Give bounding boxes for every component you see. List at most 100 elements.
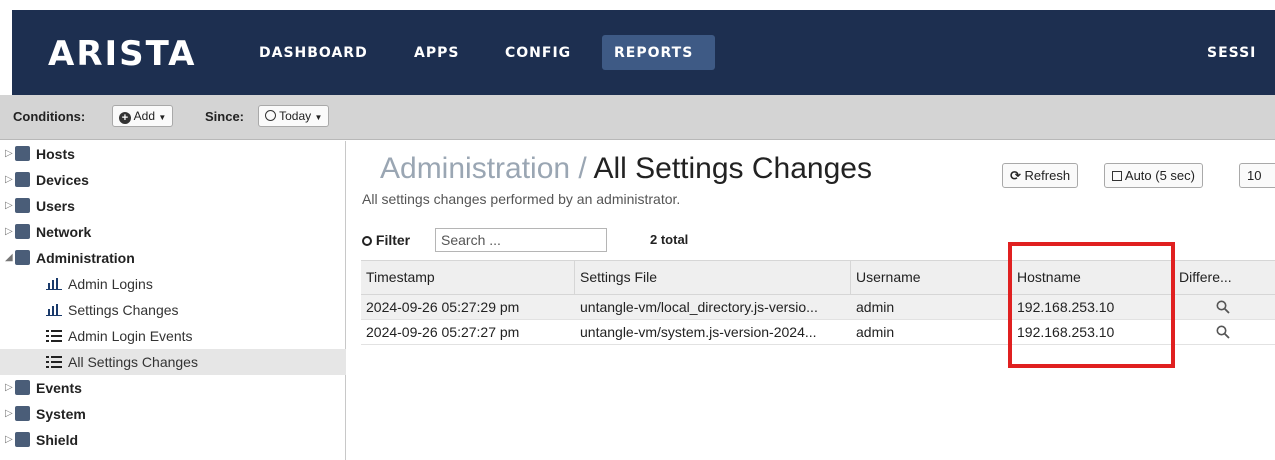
clock-icon (265, 110, 276, 121)
sidebar-item-label: Shield (36, 432, 79, 448)
table-header: Timestamp Settings File Username Hostnam… (361, 260, 1275, 296)
search-icon (362, 236, 372, 246)
table-row[interactable]: 2024-09-26 05:27:27 pm untangle-vm/syste… (361, 320, 1275, 345)
list-icon (46, 356, 62, 368)
checkbox-icon (1112, 171, 1122, 181)
filter-label: Filter (362, 232, 410, 248)
conditions-toolbar: Conditions: + Add ▼ Since: Today ▼ (0, 95, 1275, 140)
caret-down-icon: ▼ (158, 113, 167, 122)
administration-icon (15, 250, 30, 265)
limit-selector[interactable]: 10 (1239, 163, 1275, 188)
sidebar-item-devices[interactable]: ▷ Devices (0, 167, 346, 193)
refresh-button[interactable]: ⟳ Refresh (1002, 163, 1079, 188)
sidebar-item-users[interactable]: ▷ Users (0, 193, 346, 219)
magnifier-icon (1216, 325, 1230, 339)
sidebar-item-label: Devices (36, 172, 89, 188)
expand-arrow-icon[interactable]: ▷ (5, 375, 13, 401)
since-label: Since: (205, 109, 245, 124)
sidebar-subitem-admin-logins[interactable]: Admin Logins (0, 271, 346, 297)
sidebar-subitem-label: All Settings Changes (68, 354, 198, 370)
filter-search-input[interactable] (435, 228, 607, 252)
expand-arrow-icon[interactable]: ▷ (5, 219, 13, 245)
sidebar-subitem-admin-login-events[interactable]: Admin Login Events (0, 323, 346, 349)
devices-icon (15, 172, 30, 187)
sidebar-item-administration[interactable]: ◢ Administration (0, 245, 346, 271)
arista-logo[interactable]: ARISTA (48, 36, 197, 72)
add-condition-label: Add (133, 109, 156, 123)
shield-icon (15, 432, 30, 447)
view-differences-button[interactable] (1211, 295, 1241, 320)
sidebar-item-label: Hosts (36, 146, 75, 162)
report-title: All Settings Changes (593, 152, 872, 185)
cell-hostname: 192.168.253.10 (1017, 324, 1115, 340)
plus-circle-icon: + (119, 112, 131, 124)
total-count: 2 total (650, 232, 689, 247)
cell-timestamp: 2024-09-26 05:27:29 pm (366, 299, 520, 315)
sidebar-item-events[interactable]: ▷ Events (0, 375, 346, 401)
sidebar-subitem-label: Admin Logins (68, 276, 153, 292)
cell-timestamp: 2024-09-26 05:27:27 pm (366, 324, 520, 340)
sidebar-item-network[interactable]: ▷ Network (0, 219, 346, 245)
sidebar-subitem-label: Admin Login Events (68, 328, 193, 344)
column-header-timestamp[interactable]: Timestamp (361, 261, 575, 296)
expand-arrow-icon[interactable]: ▷ (5, 167, 13, 193)
bar-chart-icon (46, 278, 62, 290)
expand-arrow-icon[interactable]: ▷ (5, 141, 13, 167)
cell-username: admin (856, 299, 895, 315)
sidebar-item-shield[interactable]: ▷ Shield (0, 427, 346, 453)
page-title: Administration / All Settings Changes (380, 152, 872, 186)
column-header-differences[interactable]: Differe... (1174, 261, 1275, 296)
list-icon (46, 330, 62, 342)
sidebar-subitem-label: Settings Changes (68, 302, 179, 318)
sidebar-subitem-all-settings-changes[interactable]: All Settings Changes (0, 349, 346, 375)
cell-settings-file: untangle-vm/local_directory.js-versio... (580, 299, 818, 315)
cell-username: admin (856, 324, 895, 340)
reports-sidebar: ▷ Hosts ▷ Devices ▷ Users ▷ Network ◢ Ad… (0, 141, 346, 460)
system-icon (15, 406, 30, 421)
events-icon (15, 380, 30, 395)
sidebar-item-label: Users (36, 198, 75, 214)
cell-hostname: 192.168.253.10 (1017, 299, 1115, 315)
conditions-label: Conditions: (13, 109, 86, 124)
column-header-hostname[interactable]: Hostname (1012, 261, 1174, 296)
breadcrumb-separator: / (578, 152, 587, 185)
since-dropdown[interactable]: Today ▼ (258, 105, 330, 127)
add-condition-button[interactable]: + Add ▼ (112, 105, 174, 127)
nav-dashboard[interactable]: DASHBOARD (259, 44, 368, 62)
magnifier-icon (1216, 300, 1230, 314)
expand-arrow-icon[interactable]: ▷ (5, 401, 13, 427)
limit-value: 10 (1247, 168, 1262, 183)
collapse-arrow-icon[interactable]: ◢ (5, 245, 13, 271)
nav-sessions[interactable]: SESSI (1207, 44, 1256, 62)
sidebar-item-system[interactable]: ▷ System (0, 401, 346, 427)
sidebar-item-label: Network (36, 224, 92, 240)
refresh-label: Refresh (1024, 168, 1071, 183)
sidebar-subitem-settings-changes[interactable]: Settings Changes (0, 297, 346, 323)
nav-reports[interactable]: REPORTS (614, 44, 693, 62)
users-icon (15, 198, 30, 213)
expand-arrow-icon[interactable]: ▷ (5, 427, 13, 453)
nav-config[interactable]: CONFIG (505, 44, 571, 62)
expand-arrow-icon[interactable]: ▷ (5, 193, 13, 219)
auto-refresh-toggle[interactable]: Auto (5 sec) (1104, 163, 1203, 188)
column-header-settings-file[interactable]: Settings File (575, 261, 851, 296)
top-navigation-bar: ARISTA DASHBOARD APPS CONFIG REPORTS SES… (12, 10, 1275, 95)
sidebar-item-label: Events (36, 380, 82, 396)
view-differences-button[interactable] (1211, 320, 1241, 345)
bar-chart-icon (46, 304, 62, 316)
report-description: All settings changes performed by an adm… (362, 191, 681, 207)
refresh-icon: ⟳ (1010, 168, 1021, 183)
cell-settings-file: untangle-vm/system.js-version-2024... (580, 324, 817, 340)
sidebar-item-label: Administration (36, 250, 135, 266)
table-row[interactable]: 2024-09-26 05:27:29 pm untangle-vm/local… (361, 295, 1275, 320)
auto-refresh-label: Auto (5 sec) (1124, 168, 1195, 183)
breadcrumb-parent[interactable]: Administration (380, 152, 570, 185)
column-header-username[interactable]: Username (851, 261, 1012, 296)
nav-apps[interactable]: APPS (414, 44, 459, 62)
sidebar-item-label: System (36, 406, 86, 422)
report-content: Administration / All Settings Changes Al… (347, 141, 1275, 460)
network-icon (15, 224, 30, 239)
hosts-icon (15, 146, 30, 161)
sidebar-item-hosts[interactable]: ▷ Hosts (0, 141, 346, 167)
since-value: Today (279, 109, 312, 123)
